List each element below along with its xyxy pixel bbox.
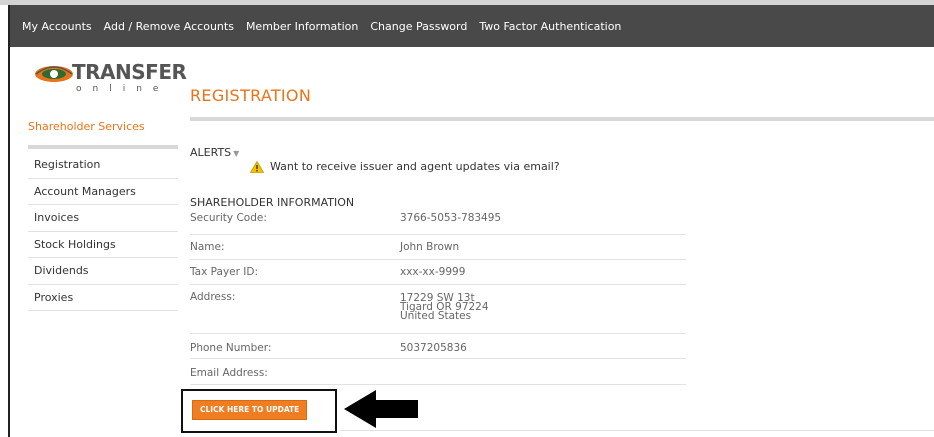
table-row: Name: John Brown — [190, 235, 686, 260]
shareholder-info-heading: SHAREHOLDER INFORMATION — [190, 196, 355, 209]
alert-item[interactable]: Want to receive issuer and agent updates… — [250, 160, 560, 173]
sidebar-item-registration[interactable]: Registration — [28, 152, 178, 179]
logo-wordmark: TRANSFER — [72, 60, 187, 84]
field-label: Address: — [190, 291, 236, 303]
table-row: Phone Number: 5037205836 — [190, 334, 686, 359]
alert-text: Want to receive issuer and agent updates… — [270, 160, 560, 173]
sidebar-divider — [28, 145, 178, 149]
field-label: Tax Payer ID: — [190, 266, 259, 278]
field-value: 3766-5053-783495 — [400, 212, 502, 224]
field-value: xxx-xx-9999 — [400, 266, 466, 278]
sidebar-item-invoices[interactable]: Invoices — [28, 205, 178, 232]
field-label: Security Code: — [190, 212, 267, 224]
sidebar-item-account-managers[interactable]: Account Managers — [28, 179, 178, 205]
sidebar-item-stock-holdings[interactable]: Stock Holdings — [28, 232, 178, 258]
caret-down-icon: ▼ — [233, 149, 240, 158]
transfer-online-logo[interactable]: TRANSFER online — [34, 60, 187, 104]
field-value — [400, 359, 686, 384]
field-label: Email Address: — [190, 367, 268, 379]
alerts-toggle[interactable]: ALERTS ▼ — [190, 146, 239, 159]
top-navbar: My Accounts Add / Remove Accounts Member… — [8, 5, 934, 47]
arrow-left-icon — [344, 390, 418, 428]
table-row: Email Address: — [190, 359, 686, 385]
field-label: Name: — [190, 241, 225, 253]
nav-change-password[interactable]: Change Password — [370, 20, 467, 33]
bottom-divider — [340, 430, 934, 431]
logo-emblem-icon — [35, 66, 73, 82]
nav-two-factor-authentication[interactable]: Two Factor Authentication — [479, 20, 621, 33]
annotation-highlight-box — [181, 389, 337, 433]
logo-tagline: online — [76, 84, 170, 94]
sidebar-item-dividends[interactable]: Dividends — [28, 258, 178, 285]
sidebar-item-proxies[interactable]: Proxies — [28, 285, 178, 311]
sidebar-title[interactable]: Shareholder Services — [28, 120, 178, 140]
table-row: Security Code: 3766-5053-783495 — [190, 210, 686, 235]
title-divider — [190, 117, 934, 121]
field-value: 5037205836 — [400, 342, 467, 354]
address-value: 17229 SW 13t Tigard OR 97224 United Stat… — [400, 292, 489, 322]
nav-member-information[interactable]: Member Information — [246, 20, 358, 33]
field-label: Phone Number: — [190, 342, 272, 354]
nav-add-remove-accounts[interactable]: Add / Remove Accounts — [104, 20, 234, 33]
page-title: REGISTRATION — [190, 86, 312, 105]
alerts-label: ALERTS — [190, 146, 232, 159]
table-row: Tax Payer ID: xxx-xx-9999 — [190, 260, 686, 285]
field-value: John Brown — [400, 241, 460, 253]
sidebar: Shareholder Services Registration Accoun… — [28, 120, 178, 311]
warning-icon — [250, 160, 264, 173]
shareholder-info-table: Security Code: 3766-5053-783495 Name: Jo… — [190, 210, 686, 385]
nav-my-accounts[interactable]: My Accounts — [22, 20, 92, 33]
window-left-edge — [8, 47, 10, 437]
table-row: Address: 17229 SW 13t Tigard OR 97224 Un… — [190, 285, 686, 334]
